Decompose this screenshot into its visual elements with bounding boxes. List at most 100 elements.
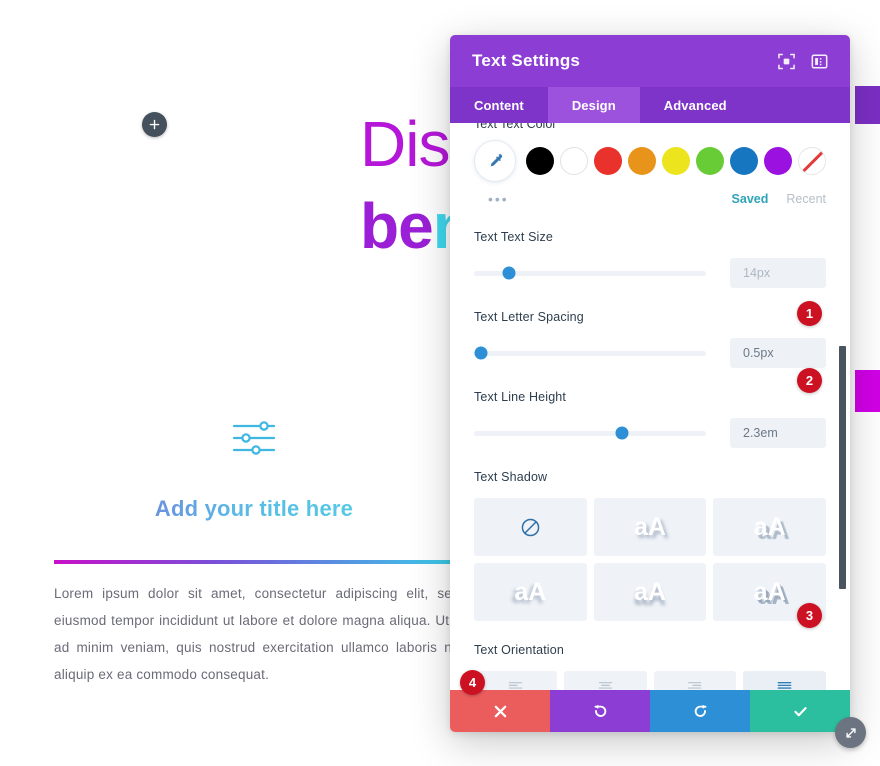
align-justify-button[interactable] xyxy=(743,671,826,690)
hero-heading-line2: be xyxy=(360,189,434,262)
annotation-badge-4: 4 xyxy=(460,670,485,695)
eyedropper-icon xyxy=(490,153,502,166)
undo-button[interactable] xyxy=(550,690,650,732)
text-shadow-label: Text Shadow xyxy=(474,470,548,484)
text-size-value[interactable]: 14px xyxy=(730,258,826,288)
text-shadow-option-1[interactable]: aA xyxy=(593,498,707,556)
line-height-slider-knob[interactable] xyxy=(615,426,629,440)
line-height-value[interactable]: 2.3em xyxy=(730,418,826,448)
swatch-yellow[interactable] xyxy=(662,147,690,175)
letter-spacing-slider-knob[interactable] xyxy=(474,346,488,360)
text-size-slider-knob[interactable] xyxy=(502,266,516,280)
text-orientation-label: Text Orientation xyxy=(474,643,564,657)
hero-heading-line1: Dis xyxy=(360,108,450,180)
swatch-purple[interactable] xyxy=(764,147,792,175)
annotation-badge-2: 2 xyxy=(797,368,822,393)
align-center-button[interactable] xyxy=(563,671,647,690)
close-icon xyxy=(494,705,506,717)
line-height-slider-row: 2.3em xyxy=(474,418,826,448)
tab-design[interactable]: Design xyxy=(547,87,640,123)
swatch-white[interactable] xyxy=(560,147,588,175)
cancel-button[interactable] xyxy=(450,690,550,732)
swatch-black[interactable] xyxy=(526,147,554,175)
save-button[interactable] xyxy=(750,690,850,732)
line-height-label: Text Line Height xyxy=(474,390,567,404)
blurb-module: Add your title here xyxy=(54,418,454,522)
letter-spacing-slider-row: 0.5px xyxy=(474,338,826,368)
text-shadow-option-4[interactable]: aA xyxy=(593,563,707,621)
annotation-badge-1: 1 xyxy=(797,301,822,326)
tab-content[interactable]: Content xyxy=(450,87,548,123)
text-shadow-options: aA aA aA aA aA xyxy=(474,498,826,621)
text-shadow-sample-4: aA xyxy=(634,577,666,606)
text-size-label: Text Text Size xyxy=(474,230,553,244)
letter-spacing-value[interactable]: 0.5px xyxy=(730,338,826,368)
decor-magenta-block xyxy=(855,370,880,412)
resize-diagonal-icon xyxy=(845,727,856,738)
field-text-orientation: Text Orientation xyxy=(474,643,826,690)
swatch-blue[interactable] xyxy=(730,147,758,175)
no-shadow-icon xyxy=(521,518,540,536)
swatch-orange[interactable] xyxy=(628,147,656,175)
align-center-icon xyxy=(598,682,612,689)
text-size-slider[interactable] xyxy=(474,266,706,280)
letter-spacing-label: Text Letter Spacing xyxy=(474,310,584,324)
text-shadow-sample-2: aA xyxy=(753,512,786,541)
swatch-transparent[interactable] xyxy=(798,147,826,175)
field-text-shadow: Text Shadow aA aA aA aA aA xyxy=(474,470,826,621)
gradient-divider xyxy=(54,560,474,564)
field-text-size: Text Text Size 14px xyxy=(474,230,826,288)
text-shadow-option-none[interactable] xyxy=(474,498,587,556)
text-size-slider-row: 14px xyxy=(474,258,826,288)
align-left-button[interactable] xyxy=(474,671,557,690)
palette-links: Saved Recent xyxy=(732,192,826,206)
modal-title: Text Settings xyxy=(472,51,581,70)
text-orientation-options xyxy=(474,671,826,690)
text-shadow-sample-1: aA xyxy=(634,512,666,541)
plus-icon xyxy=(149,119,160,130)
modal-tabs: Content Design Advanced xyxy=(450,87,850,123)
saved-colors-link[interactable]: Saved xyxy=(732,192,769,206)
text-settings-modal: Text Settings Content Design Advanced Te… xyxy=(450,35,866,748)
modal-header-icons xyxy=(778,53,828,70)
annotation-badge-3: 3 xyxy=(797,603,822,628)
layout-panel-icon[interactable] xyxy=(811,53,828,70)
eyedropper-button[interactable] xyxy=(474,140,516,182)
text-shadow-option-2[interactable]: aA xyxy=(713,498,826,556)
undo-icon xyxy=(594,704,606,717)
modal-header: Text Settings xyxy=(450,35,850,87)
blurb-title-part2: your title here xyxy=(204,496,354,521)
align-justify-icon xyxy=(777,682,792,689)
screen: Disll bent Add your title here xyxy=(0,0,880,766)
blurb-title-part1: Add xyxy=(154,496,205,521)
text-shadow-sample-5: aA xyxy=(753,577,786,606)
field-letter-spacing: Text Letter Spacing 0.5px xyxy=(474,310,826,368)
tab-advanced[interactable]: Advanced xyxy=(640,87,751,123)
text-color-label: Text Text Color xyxy=(474,123,557,131)
add-module-button[interactable] xyxy=(142,112,167,137)
line-height-slider[interactable] xyxy=(474,426,706,440)
palette-subrow: ••• Saved Recent xyxy=(474,190,826,208)
letter-spacing-slider[interactable] xyxy=(474,346,706,360)
redo-button[interactable] xyxy=(650,690,750,732)
resize-handle[interactable] xyxy=(835,717,866,748)
align-right-icon xyxy=(688,682,702,689)
check-icon xyxy=(793,706,807,716)
align-right-button[interactable] xyxy=(653,671,737,690)
text-shadow-sample-3: aA xyxy=(514,577,547,606)
body-paragraph: Lorem ipsum dolor sit amet, consectetur … xyxy=(54,586,484,682)
sliders-icon xyxy=(232,421,276,455)
redo-icon xyxy=(694,704,706,717)
modal-body: Text Text Color ••• Saved Recent Text Te… xyxy=(450,123,850,690)
field-line-height: Text Line Height 2.3em xyxy=(474,390,826,448)
text-shadow-option-3[interactable]: aA xyxy=(474,563,587,621)
more-colors-button[interactable]: ••• xyxy=(488,191,509,207)
decor-purple-block xyxy=(855,86,880,124)
modal-footer xyxy=(450,690,850,732)
swatch-red[interactable] xyxy=(594,147,622,175)
align-left-icon xyxy=(508,682,523,689)
modal-scrollbar[interactable] xyxy=(839,346,846,589)
recent-colors-link[interactable]: Recent xyxy=(786,192,826,206)
swatch-green[interactable] xyxy=(696,147,724,175)
focus-expand-icon[interactable] xyxy=(778,53,795,70)
